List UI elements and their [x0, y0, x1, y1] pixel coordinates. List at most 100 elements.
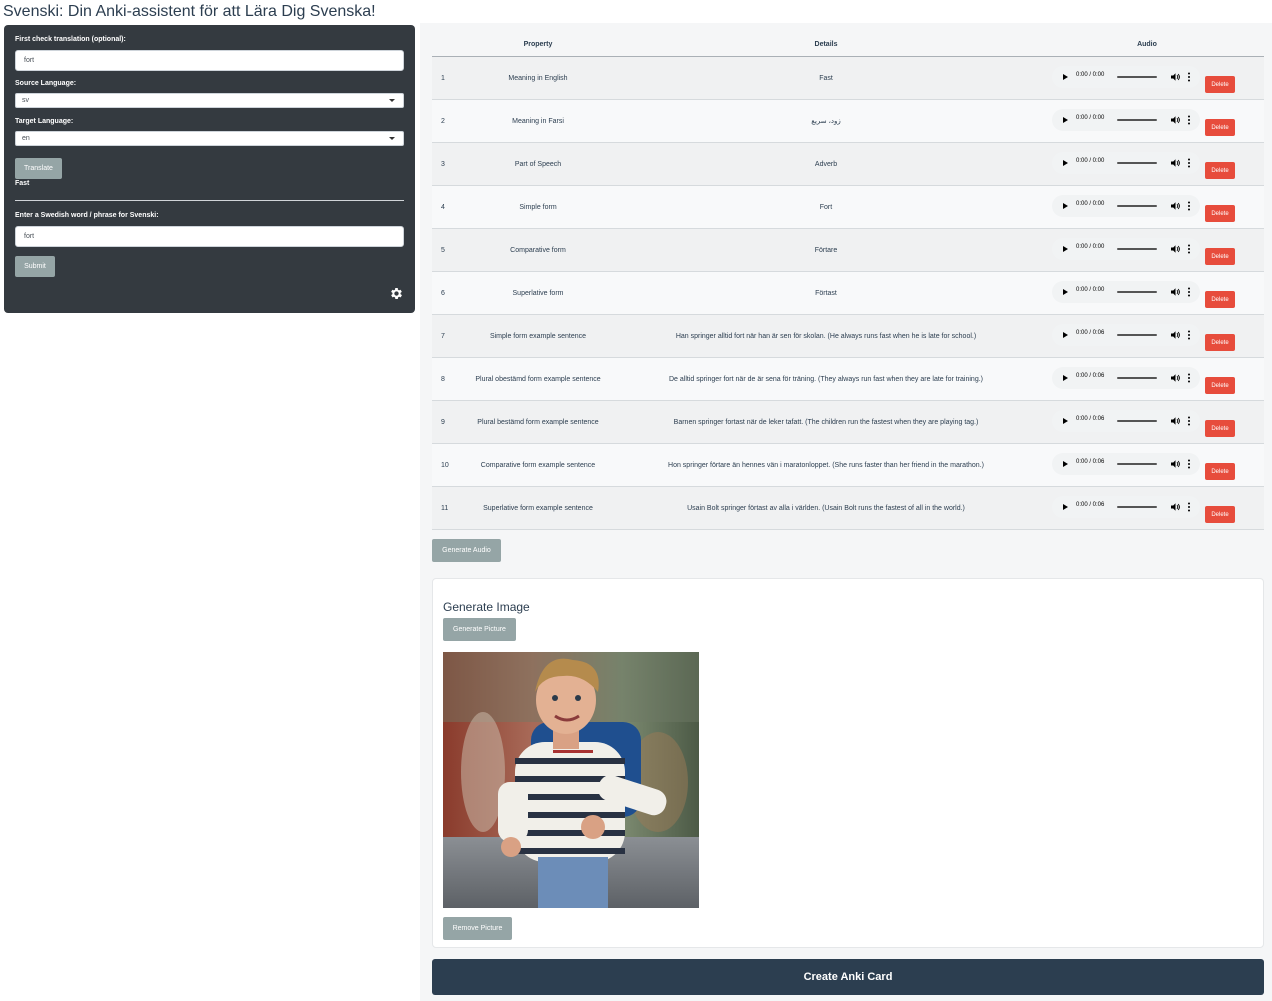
- row-details: Barnen springer fortast när de leker taf…: [673, 418, 979, 426]
- row-property: Plural obestämd form example sentence: [475, 375, 601, 383]
- more-options-icon[interactable]: [1188, 287, 1190, 297]
- more-options-icon[interactable]: [1188, 416, 1190, 426]
- row-details: De alltid springer fort när de är sena f…: [669, 375, 983, 383]
- play-icon[interactable]: [1063, 504, 1068, 510]
- delete-button[interactable]: Delete: [1205, 463, 1235, 480]
- more-options-icon[interactable]: [1188, 115, 1190, 125]
- audio-player[interactable]: 0:00 / 0:00: [1052, 152, 1200, 174]
- volume-icon[interactable]: [1171, 374, 1180, 382]
- play-icon[interactable]: [1063, 203, 1068, 209]
- play-icon[interactable]: [1063, 246, 1068, 252]
- table-row: 1 Meaning in English Fast 0:00 / 0:00 De…: [432, 57, 1264, 100]
- audio-progress-slider[interactable]: [1117, 463, 1157, 465]
- play-icon[interactable]: [1063, 332, 1068, 338]
- audio-player[interactable]: 0:00 / 0:00: [1052, 281, 1200, 303]
- volume-icon[interactable]: [1171, 503, 1180, 511]
- row-number: 6: [441, 289, 445, 297]
- audio-player[interactable]: 0:00 / 0:06: [1052, 324, 1200, 346]
- audio-time: 0:00 / 0:00: [1076, 201, 1105, 207]
- delete-button[interactable]: Delete: [1205, 119, 1235, 136]
- remove-picture-button[interactable]: Remove Picture: [443, 917, 512, 940]
- play-icon[interactable]: [1063, 289, 1068, 295]
- target-language-select[interactable]: en: [15, 131, 404, 146]
- more-options-icon[interactable]: [1188, 373, 1190, 383]
- audio-player[interactable]: 0:00 / 0:06: [1052, 496, 1200, 518]
- audio-player[interactable]: 0:00 / 0:00: [1052, 109, 1200, 131]
- audio-time: 0:00 / 0:06: [1076, 330, 1105, 336]
- volume-icon[interactable]: [1171, 331, 1180, 339]
- gear-icon[interactable]: [389, 286, 404, 301]
- audio-player[interactable]: 0:00 / 0:00: [1052, 66, 1200, 88]
- audio-progress-slider[interactable]: [1117, 76, 1157, 78]
- audio-player[interactable]: 0:00 / 0:00: [1052, 195, 1200, 217]
- audio-progress-slider[interactable]: [1117, 119, 1157, 121]
- volume-icon[interactable]: [1171, 288, 1180, 296]
- audio-progress-slider[interactable]: [1117, 377, 1157, 379]
- volume-icon[interactable]: [1171, 417, 1180, 425]
- more-options-icon[interactable]: [1188, 201, 1190, 211]
- audio-player[interactable]: 0:00 / 0:06: [1052, 410, 1200, 432]
- row-number: 4: [441, 203, 445, 211]
- play-icon[interactable]: [1063, 418, 1068, 424]
- source-language-label: Source Language:: [15, 80, 77, 87]
- generate-audio-button[interactable]: Generate Audio: [432, 539, 501, 562]
- audio-progress-slider[interactable]: [1117, 162, 1157, 164]
- volume-icon[interactable]: [1171, 73, 1180, 81]
- delete-button[interactable]: Delete: [1205, 205, 1235, 222]
- check-translation-input[interactable]: fort: [15, 50, 404, 71]
- row-details: Förtare: [814, 246, 838, 254]
- row-number: 10: [441, 461, 449, 469]
- audio-time: 0:00 / 0:00: [1076, 72, 1105, 78]
- play-icon[interactable]: [1063, 74, 1068, 80]
- generate-image-title: Generate Image: [443, 600, 530, 614]
- volume-icon[interactable]: [1171, 116, 1180, 124]
- more-options-icon[interactable]: [1188, 459, 1190, 469]
- delete-button[interactable]: Delete: [1205, 248, 1235, 265]
- audio-time: 0:00 / 0:06: [1076, 459, 1105, 465]
- audio-progress-slider[interactable]: [1117, 248, 1157, 250]
- play-icon[interactable]: [1063, 117, 1068, 123]
- row-property: Meaning in English: [508, 74, 568, 82]
- audio-player[interactable]: 0:00 / 0:00: [1052, 238, 1200, 260]
- delete-button[interactable]: Delete: [1205, 420, 1235, 437]
- create-anki-card-button[interactable]: Create Anki Card: [432, 959, 1264, 995]
- table-row: 2 Meaning in Farsi زود، سریع 0:00 / 0:00…: [432, 100, 1264, 143]
- audio-progress-slider[interactable]: [1117, 205, 1157, 207]
- play-icon[interactable]: [1063, 461, 1068, 467]
- delete-button[interactable]: Delete: [1205, 291, 1235, 308]
- submit-button[interactable]: Submit: [15, 256, 55, 277]
- delete-button[interactable]: Delete: [1205, 76, 1235, 93]
- chevron-down-icon: [389, 99, 395, 102]
- delete-button[interactable]: Delete: [1205, 334, 1235, 351]
- volume-icon[interactable]: [1171, 159, 1180, 167]
- play-icon[interactable]: [1063, 375, 1068, 381]
- audio-progress-slider[interactable]: [1117, 506, 1157, 508]
- more-options-icon[interactable]: [1188, 502, 1190, 512]
- audio-progress-slider[interactable]: [1117, 334, 1157, 336]
- translate-button[interactable]: Translate: [15, 158, 62, 179]
- divider: [15, 200, 404, 201]
- delete-button[interactable]: Delete: [1205, 162, 1235, 179]
- more-options-icon[interactable]: [1188, 244, 1190, 254]
- generate-picture-button[interactable]: Generate Picture: [443, 618, 516, 641]
- audio-player[interactable]: 0:00 / 0:06: [1052, 367, 1200, 389]
- generate-image-card: Generate Image Generate Picture Remove P…: [432, 578, 1264, 948]
- volume-icon[interactable]: [1171, 245, 1180, 253]
- row-property: Comparative form: [510, 246, 566, 254]
- audio-progress-slider[interactable]: [1117, 291, 1157, 293]
- delete-button[interactable]: Delete: [1205, 506, 1235, 523]
- audio-progress-slider[interactable]: [1117, 420, 1157, 422]
- play-icon[interactable]: [1063, 160, 1068, 166]
- volume-icon[interactable]: [1171, 202, 1180, 210]
- generated-picture: [443, 652, 699, 908]
- audio-time: 0:00 / 0:00: [1076, 115, 1105, 121]
- volume-icon[interactable]: [1171, 460, 1180, 468]
- more-options-icon[interactable]: [1188, 72, 1190, 82]
- more-options-icon[interactable]: [1188, 330, 1190, 340]
- delete-button[interactable]: Delete: [1205, 377, 1235, 394]
- swedish-word-input[interactable]: fort: [15, 226, 404, 247]
- source-language-select[interactable]: sv: [15, 93, 404, 108]
- more-options-icon[interactable]: [1188, 158, 1190, 168]
- row-details: Fort: [819, 203, 833, 211]
- audio-player[interactable]: 0:00 / 0:06: [1052, 453, 1200, 475]
